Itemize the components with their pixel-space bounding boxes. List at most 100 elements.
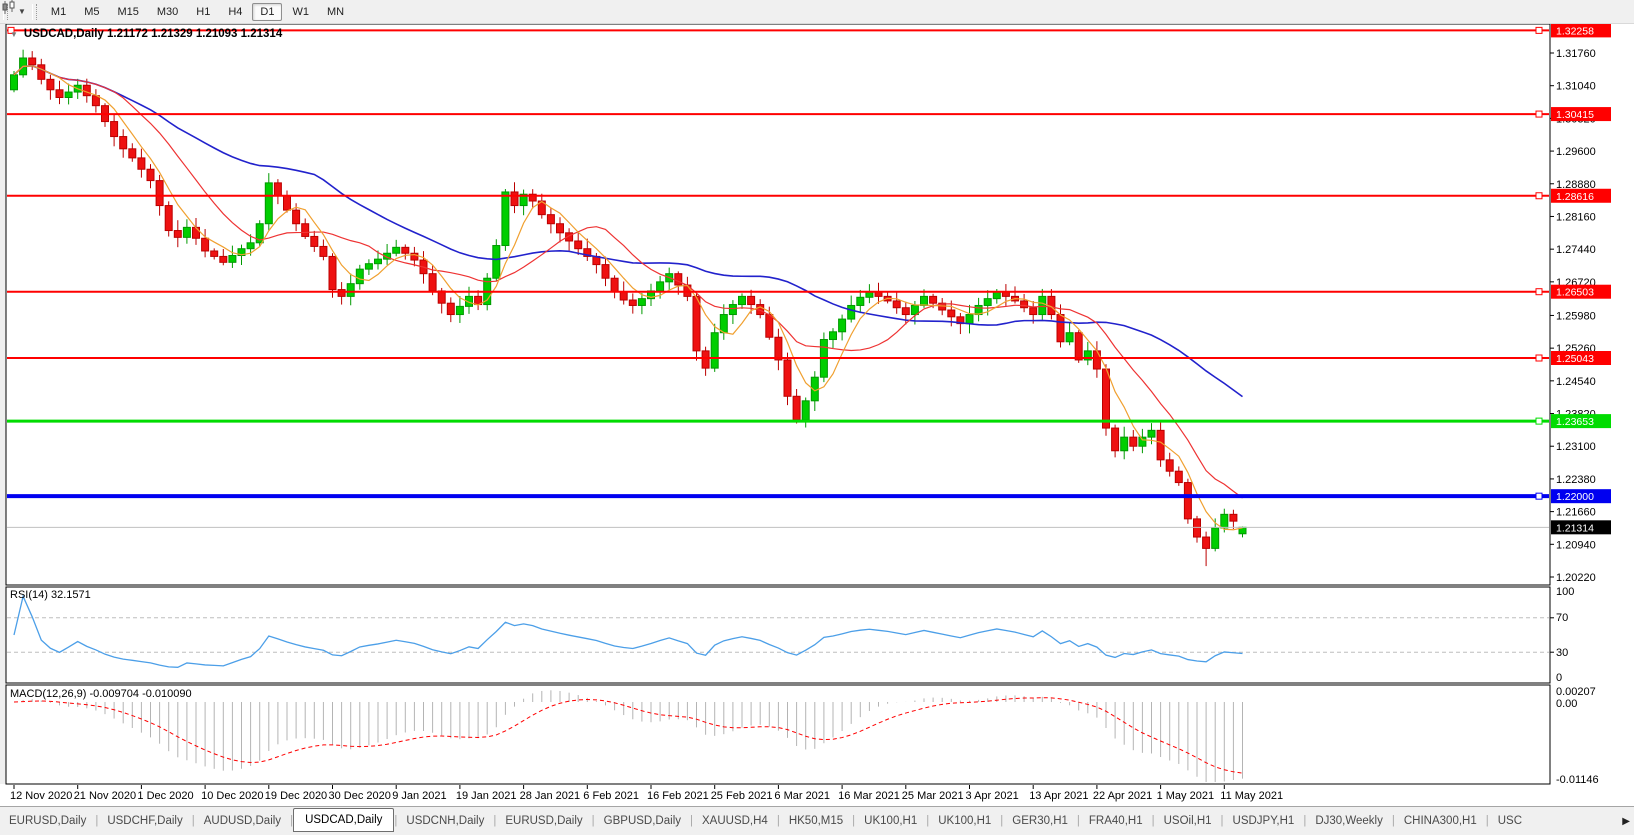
tab-scroll-right-icon[interactable]: ▶ [1618, 816, 1634, 827]
candle [182, 226, 191, 238]
timeframe-button-mn[interactable]: MN [319, 3, 352, 21]
candle [328, 255, 337, 291]
candle [1229, 513, 1238, 522]
chart-title-text: USDCAD,Daily 1.21172 1.21329 1.21093 1.2… [23, 28, 283, 40]
date-axis: 12 Nov 2020 21 Nov 2020 1 Dec 2020 10 Dec 2… [10, 785, 1283, 802]
price-tick-label: 1.20220 [1556, 572, 1596, 584]
tab-dj30-weekly[interactable]: DJ30,Weekly [1306, 811, 1392, 831]
tab-usoil-h1[interactable]: USOil,H1 [1155, 811, 1221, 831]
resistance-line-5-handle[interactable] [1535, 354, 1543, 362]
candle [228, 255, 237, 263]
chart-type-button[interactable]: ▼ [2, 0, 29, 17]
tab-usdcad-daily[interactable]: USDCAD,Daily [293, 807, 395, 832]
candle [164, 205, 173, 232]
candle [1120, 436, 1129, 452]
candle [1193, 518, 1201, 538]
rsi-scale-30: 30 [1556, 647, 1568, 659]
candle [847, 304, 856, 320]
date-label: 10 Dec 2020 [201, 790, 263, 802]
tab-audusd-daily[interactable]: AUDUSD,Daily [195, 811, 290, 831]
svg-text:1.26503: 1.26503 [1556, 287, 1594, 299]
price-badge-1.26503: 1.26503 [1551, 284, 1611, 299]
tab-xauusd-h4[interactable]: XAUUSD,H4 [693, 811, 777, 831]
caret-down-icon: ▼ [18, 7, 26, 16]
candle [556, 223, 564, 234]
candle [965, 314, 974, 325]
tab-china300-h1[interactable]: CHINA300,H1 [1395, 811, 1486, 831]
tab-hk50-m15[interactable]: HK50,M15 [780, 811, 852, 831]
resistance-line-2-handle[interactable] [1535, 110, 1543, 118]
date-label: 30 Dec 2020 [329, 790, 391, 802]
candle [838, 318, 847, 333]
timeframe-button-m30[interactable]: M30 [149, 3, 186, 21]
rsi-label: RSI(14) 32.1571 [10, 589, 91, 601]
tab-eurusd-daily[interactable]: EURUSD,Daily [0, 811, 95, 831]
date-label: 25 Feb 2021 [711, 790, 773, 802]
timeframe-button-h1[interactable]: H1 [188, 3, 218, 21]
price-axis: 1.317601.310401.303201.296001.288801.281… [1550, 48, 1596, 584]
tab-usc[interactable]: USC [1489, 811, 1531, 831]
price-tick-label: 1.27440 [1556, 244, 1596, 256]
tab-usdcnh-daily[interactable]: USDCNH,Daily [397, 811, 493, 831]
rsi-scale-100: 100 [1556, 586, 1574, 598]
candle [10, 74, 18, 91]
resistance-line-4-handle[interactable] [1535, 288, 1543, 296]
support-line-green-handle[interactable] [1535, 417, 1543, 425]
candle [301, 223, 310, 237]
candle [929, 295, 938, 304]
timeframe-button-w1[interactable]: W1 [284, 3, 317, 21]
tab-eurusd-daily[interactable]: EURUSD,Daily [496, 811, 591, 831]
resistance-line-1-handle[interactable] [1535, 26, 1543, 34]
tab-ger30-h1[interactable]: GER30,H1 [1003, 811, 1077, 831]
candle [747, 295, 756, 306]
candle [374, 258, 382, 265]
timeframe-button-h4[interactable]: H4 [220, 3, 250, 21]
candle [992, 291, 1001, 300]
svg-text:1.25043: 1.25043 [1556, 353, 1594, 365]
tab-uk100-h1[interactable]: UK100,H1 [929, 811, 1000, 831]
candle [1129, 436, 1138, 447]
tab-uk100-h1[interactable]: UK100,H1 [855, 811, 926, 831]
resistance-line-3-handle[interactable] [1535, 192, 1543, 200]
candle [210, 250, 219, 257]
date-label: 19 Jan 2021 [456, 790, 517, 802]
price-badge-1.32258: 1.32258 [1551, 23, 1611, 38]
candle [55, 89, 64, 98]
candle [37, 64, 46, 80]
candle [1183, 482, 1192, 520]
candle [637, 298, 646, 306]
candle [1211, 527, 1220, 549]
candle [574, 240, 583, 250]
timeframe-button-m15[interactable]: M15 [109, 3, 146, 21]
tab-usdchf-daily[interactable]: USDCHF,Daily [98, 811, 191, 831]
date-label: 9 Jan 2021 [392, 790, 446, 802]
timeframe-button-m5[interactable]: M5 [76, 3, 107, 21]
svg-text:1.22000: 1.22000 [1556, 491, 1594, 503]
candle [283, 195, 291, 211]
timeframe-button-d1[interactable]: D1 [252, 2, 283, 21]
support-line-blue-handle[interactable] [1535, 492, 1543, 500]
candle [119, 136, 128, 150]
tab-usdjpy-h1[interactable]: USDJPY,H1 [1224, 811, 1304, 831]
candle [492, 245, 501, 279]
candle [801, 400, 810, 421]
price-tick-label: 1.25980 [1556, 310, 1596, 322]
price-tick-label: 1.29600 [1556, 146, 1596, 158]
price-badge-1.22000: 1.22000 [1551, 489, 1611, 504]
candle [1202, 536, 1211, 549]
timeframe-button-m1[interactable]: M1 [43, 3, 74, 21]
candle [983, 298, 992, 306]
candle [765, 314, 774, 338]
tab-gbpusd-daily[interactable]: GBPUSD,Daily [595, 811, 690, 831]
chart-canvas[interactable]: 1.317601.310401.303201.296001.288801.281… [0, 0, 1634, 834]
collapse-triangle-icon[interactable]: ▼ [10, 30, 18, 39]
main-chart-panel[interactable] [5, 23, 1551, 586]
candle [728, 304, 737, 316]
candle [82, 84, 91, 97]
tab-fra40-h1[interactable]: FRA40,H1 [1080, 811, 1152, 831]
candle [674, 273, 683, 286]
date-label: 16 Feb 2021 [647, 790, 709, 802]
candle [710, 332, 719, 369]
macd-scale-top: 0.00207 [1556, 686, 1596, 698]
price-badge-1.28616: 1.28616 [1551, 188, 1611, 203]
